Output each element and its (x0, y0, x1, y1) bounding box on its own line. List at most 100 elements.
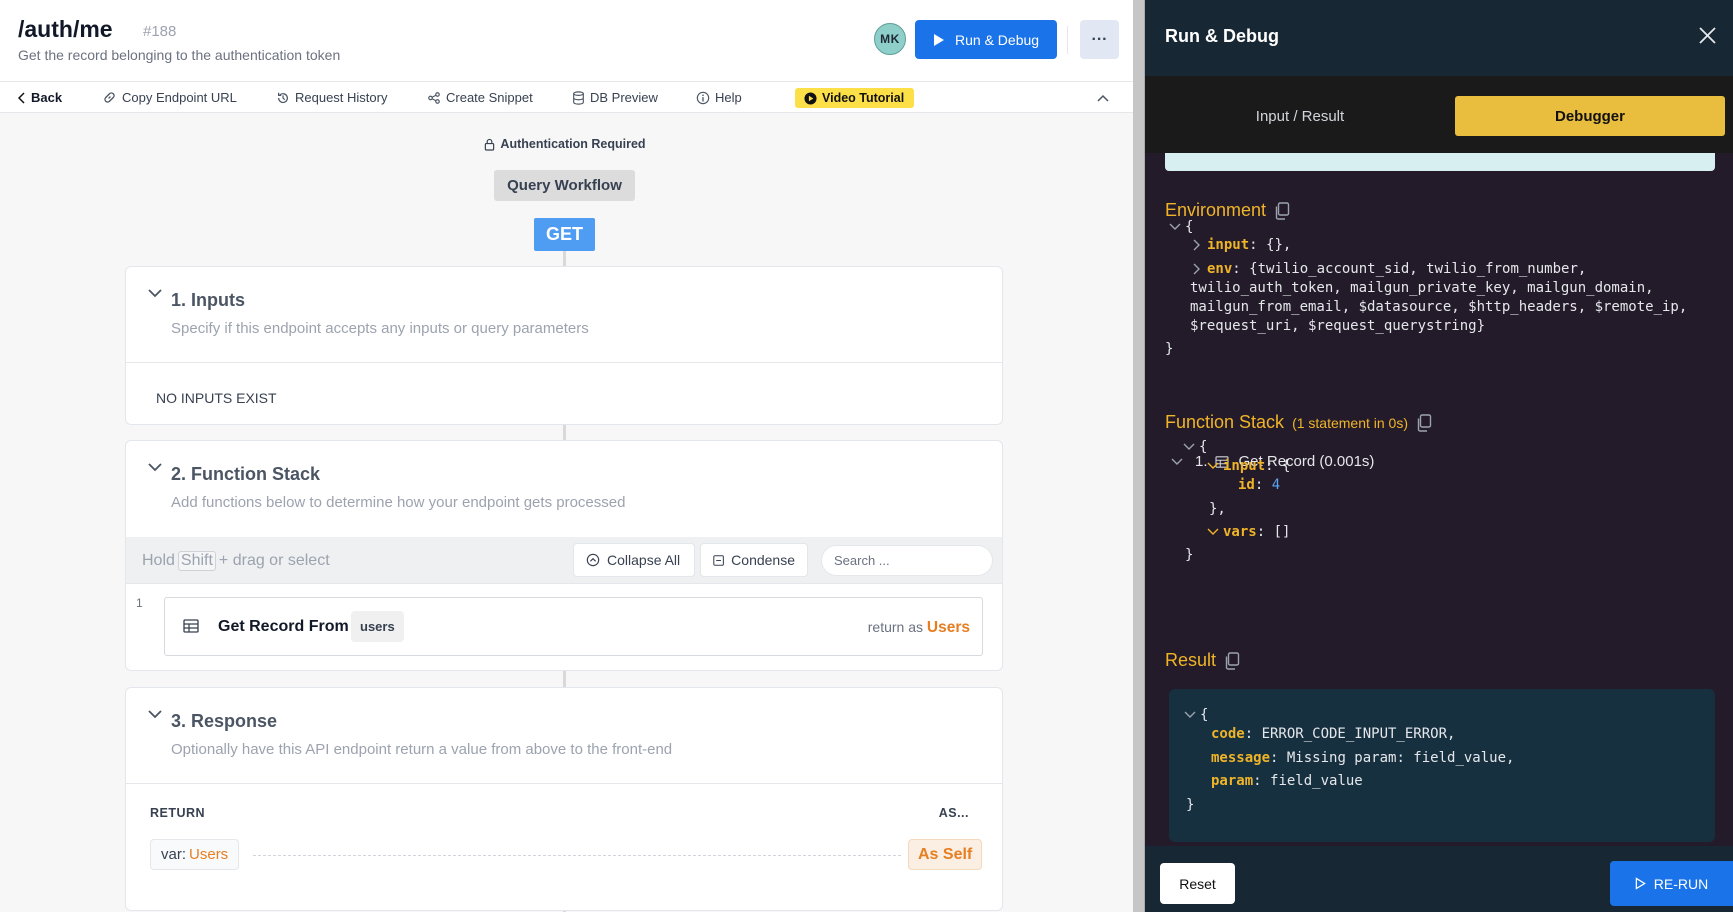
as-self-pill[interactable]: As Self (908, 839, 983, 870)
copy-endpoint-url-label: Copy Endpoint URL (122, 90, 237, 105)
res-open: { (1184, 708, 1208, 722)
chevron-right-icon[interactable] (1193, 239, 1201, 251)
res-code-key: code (1211, 726, 1245, 742)
request-history-button[interactable]: Request History (276, 82, 387, 113)
fs-input-close: }, (1209, 501, 1226, 517)
fs-id-value: 4 (1271, 477, 1281, 493)
function-search-input[interactable] (821, 545, 993, 576)
reset-button[interactable]: Reset (1160, 863, 1235, 904)
endpoint-id: #188 (143, 23, 177, 40)
condense-icon (713, 554, 724, 566)
create-snippet-label: Create Snippet (446, 90, 533, 105)
res-param-line: param: field_value (1211, 774, 1363, 788)
function-stack-title: 2. Function Stack (171, 464, 321, 484)
result-title: Result (1165, 650, 1217, 670)
fs-vars-key: vars (1223, 524, 1257, 540)
avatar[interactable]: MK (874, 23, 906, 55)
collapse-all-button[interactable]: Collapse All (573, 543, 695, 577)
more-options-button[interactable]: ··· (1080, 20, 1119, 59)
chevron-down-icon[interactable] (1169, 223, 1181, 231)
hold-text: Hold (142, 552, 175, 569)
res-open-brace: { (1200, 707, 1209, 723)
return-column-label: RETURN (150, 806, 206, 820)
fs-open-brace: { (1199, 439, 1208, 455)
rerun-button[interactable]: RE-RUN (1610, 861, 1733, 906)
page-subtitle: Get the record belonging to the authenti… (18, 47, 341, 63)
return-variable[interactable]: Users (927, 619, 970, 636)
copy-icon[interactable] (1416, 413, 1432, 432)
query-workflow-badge: Query Workflow (494, 170, 635, 201)
panel-resize-handle[interactable] (1133, 0, 1145, 912)
copy-endpoint-url-button[interactable]: Copy Endpoint URL (102, 82, 237, 113)
db-preview-button[interactable]: DB Preview (572, 82, 658, 113)
env-line-2: twilio_auth_token, mailgun_private_key, … (1190, 280, 1654, 296)
function-stack-heading: Function Stack (1 statement in 0s) (1165, 412, 1432, 433)
response-title: 3. Response (171, 711, 278, 731)
http-method-badge[interactable]: GET (534, 218, 595, 251)
back-button[interactable]: Back (18, 82, 62, 113)
environment-heading: Environment (1165, 200, 1290, 221)
res-message-value: : Missing param: field_value, (1270, 750, 1515, 766)
return-variable-pill[interactable]: var: Users (150, 839, 240, 870)
env-line-1: : {twilio_account_sid, twilio_from_numbe… (1232, 261, 1587, 277)
video-tutorial-button[interactable]: Video Tutorial (795, 88, 915, 108)
env-env-key: env (1207, 261, 1233, 277)
chevron-down-icon[interactable] (148, 289, 162, 298)
copy-icon[interactable] (1274, 201, 1290, 220)
function-stack-card-header[interactable]: 2. Function Stack Add functions below to… (126, 441, 1002, 537)
panel-header: Run & Debug (1145, 0, 1733, 76)
res-message-line: message: Missing param: field_value, (1211, 751, 1514, 765)
chevron-down-icon[interactable] (1207, 528, 1219, 536)
env-input-key: input (1207, 237, 1250, 253)
drag-hint: Hold Shift + drag or select (142, 551, 330, 571)
auth-required-text: Authentication Required (500, 137, 646, 151)
var-name: Users (189, 846, 229, 863)
res-code-line: code: ERROR_CODE_INPUT_ERROR, (1211, 727, 1455, 741)
lock-icon (485, 138, 495, 151)
chevron-down-icon[interactable] (148, 710, 162, 719)
chevron-right-icon[interactable] (1193, 263, 1201, 275)
chevron-down-icon[interactable] (1183, 443, 1195, 451)
function-stack-item-index: 1. (1195, 453, 1208, 470)
collapse-all-label: Collapse All (607, 552, 681, 568)
chevron-down-icon[interactable] (148, 463, 162, 472)
tab-input-result[interactable]: Input / Result (1145, 96, 1455, 136)
function-stack-card: 2. Function Stack Add functions below to… (125, 440, 1003, 671)
video-tutorial-label: Video Tutorial (822, 91, 905, 105)
db-preview-label: DB Preview (590, 90, 658, 105)
debugger-content: Click the arrows to display more debuggi… (1145, 153, 1733, 846)
play-icon (1635, 877, 1646, 890)
play-icon (934, 33, 944, 46)
run-debug-button[interactable]: Run & Debug (915, 20, 1057, 59)
chevron-down-icon[interactable] (1207, 462, 1219, 470)
copy-icon[interactable] (1224, 651, 1240, 670)
chevron-down-icon[interactable] (1171, 458, 1183, 466)
help-button[interactable]: Help (696, 82, 742, 113)
close-icon[interactable] (1699, 27, 1716, 44)
collapse-header-button[interactable] (1097, 82, 1109, 113)
endpoint-toolbar: Back Copy Endpoint URL Request History C… (0, 81, 1133, 113)
tab-debugger[interactable]: Debugger (1455, 96, 1725, 136)
env-close-brace: } (1165, 341, 1174, 357)
inputs-card-header[interactable]: 1. Inputs Specify if this endpoint accep… (126, 267, 1002, 363)
function-stack-summary: (1 statement in 0s) (1292, 414, 1408, 431)
panel-tabs: Input / Result Debugger (1145, 76, 1733, 153)
condense-button[interactable]: Condense (700, 543, 808, 577)
response-card-header[interactable]: 3. Response Optionally have this API end… (126, 688, 1002, 784)
auth-required-label: Authentication Required (0, 137, 1130, 151)
row-number: 1 (136, 596, 143, 610)
table-icon (183, 619, 199, 633)
database-icon (573, 90, 584, 105)
chevron-down-icon[interactable] (1184, 711, 1196, 719)
debugger-info-banner: Click the arrows to display more debuggi… (1165, 153, 1715, 171)
run-debug-label: Run & Debug (955, 31, 1040, 48)
panel-footer: Reset RE-RUN (1145, 846, 1733, 912)
function-row[interactable]: Get Record From users return as Users (164, 597, 983, 656)
link-icon (104, 92, 115, 103)
history-icon (278, 92, 288, 103)
create-snippet-button[interactable]: Create Snippet (427, 82, 533, 113)
page-title: /auth/me (18, 16, 113, 42)
function-title: Get Record From (218, 618, 349, 635)
table-tag[interactable]: users (351, 611, 404, 642)
return-as-label: return as (867, 619, 924, 635)
